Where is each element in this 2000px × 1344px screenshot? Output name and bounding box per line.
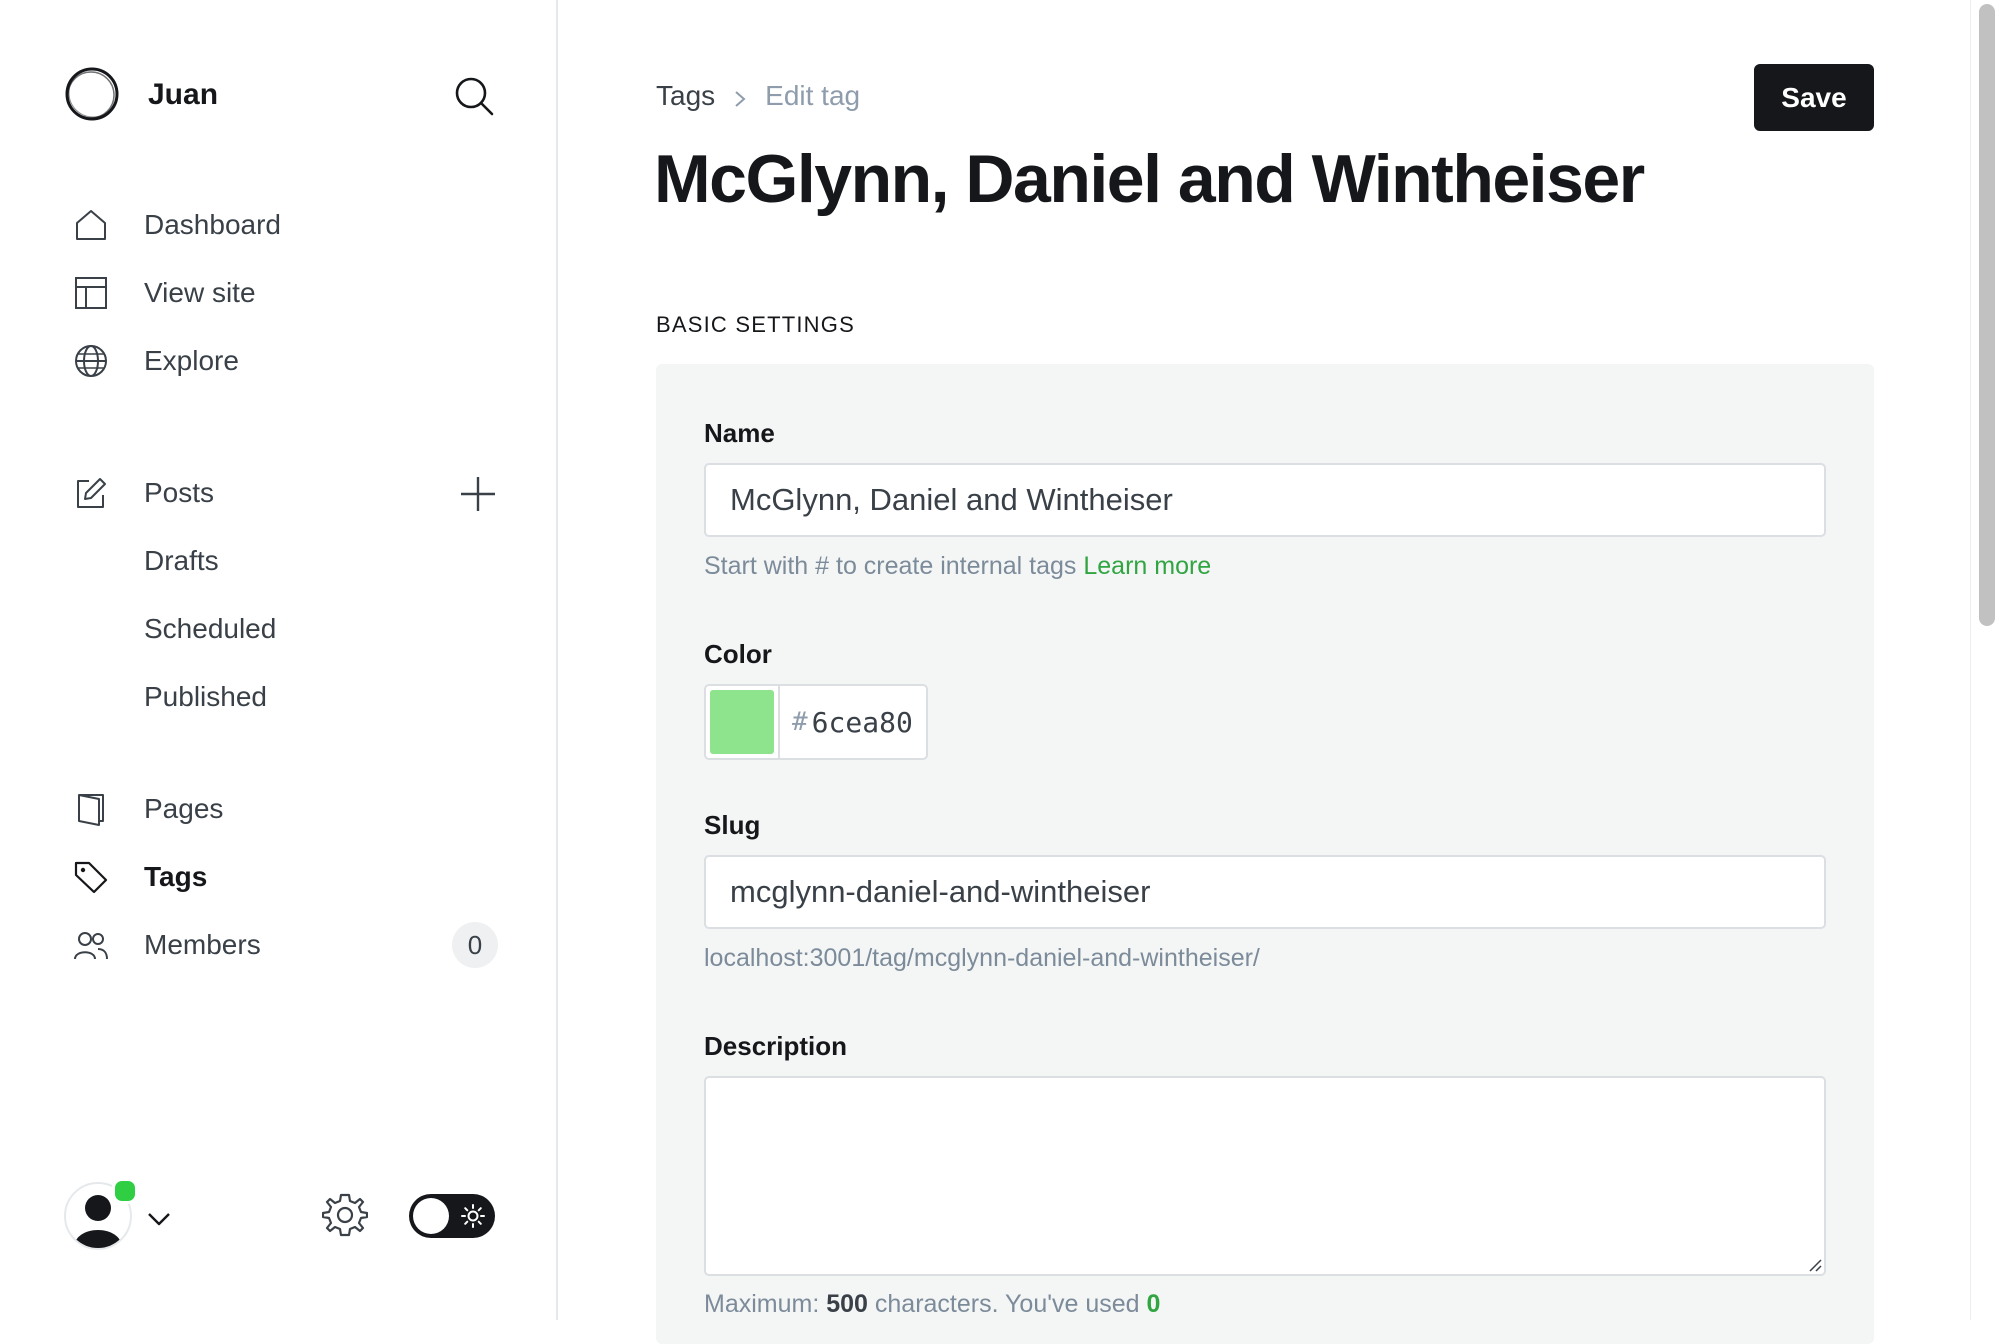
slug-input[interactable]: mcglynn-daniel-and-wintheiser: [704, 855, 1826, 929]
nav-label-published: Published: [144, 681, 267, 712]
page-title: McGlynn, Daniel and Wintheiser: [654, 141, 1645, 217]
max-mid: characters. You've used: [867, 1290, 1147, 1318]
description-textarea[interactable]: [704, 1076, 1826, 1276]
learn-more-link[interactable]: Learn more: [1083, 552, 1211, 580]
used-chars: 0: [1146, 1290, 1161, 1318]
nav-item-explore[interactable]: Explore: [72, 336, 239, 386]
home-icon: [72, 206, 110, 244]
user-avatar[interactable]: [64, 1178, 138, 1250]
description-char-count: Maximum: 500 characters. You've used 0: [704, 1290, 1160, 1319]
color-swatch[interactable]: [710, 690, 774, 754]
chevron-down-icon[interactable]: [144, 1204, 174, 1234]
max-chars: 500: [826, 1290, 868, 1318]
sidebar: Juan Dashboard View site Explore Posts D…: [0, 0, 558, 1320]
search-icon[interactable]: [452, 74, 496, 118]
name-input[interactable]: McGlynn, Daniel and Wintheiser: [704, 463, 1826, 537]
basic-settings-card: Name McGlynn, Daniel and Wintheiser Star…: [656, 364, 1874, 1344]
nav-label-explore: Explore: [144, 345, 239, 376]
color-input[interactable]: # 6cea80: [704, 684, 928, 760]
chevron-right-icon: [729, 85, 751, 107]
breadcrumb: Tags Edit tag: [656, 80, 860, 112]
new-post-plus-icon[interactable]: [458, 474, 498, 514]
dark-mode-toggle[interactable]: [409, 1194, 495, 1238]
nav-item-dashboard[interactable]: Dashboard: [72, 200, 281, 250]
globe-icon: [72, 342, 110, 380]
sun-icon: [461, 1204, 485, 1228]
nav-item-tags[interactable]: Tags: [72, 852, 207, 902]
pencil-edit-icon: [72, 474, 110, 512]
color-hash-prefix: #: [792, 707, 808, 737]
nav-item-drafts[interactable]: Drafts: [144, 536, 219, 586]
save-button[interactable]: Save: [1754, 64, 1874, 131]
max-prefix: Maximum:: [704, 1290, 827, 1318]
resize-grip-icon[interactable]: [1806, 1256, 1822, 1272]
name-hint-text: Start with # to create internal tags: [704, 552, 1084, 580]
nav-label-drafts: Drafts: [144, 545, 219, 576]
site-name[interactable]: Juan: [148, 78, 218, 112]
members-count-badge: 0: [452, 922, 498, 968]
pages-icon: [72, 790, 110, 828]
nav-item-pages[interactable]: Pages: [72, 784, 223, 834]
nav-label-posts: Posts: [144, 477, 215, 508]
color-label: Color: [704, 639, 772, 669]
nav-label-tags: Tags: [144, 861, 208, 892]
layout-icon: [72, 274, 110, 312]
color-divider: [778, 686, 780, 758]
nav-item-published[interactable]: Published: [144, 672, 267, 722]
description-label: Description: [704, 1031, 848, 1061]
nav-item-scheduled[interactable]: Scheduled: [144, 604, 276, 654]
nav-item-members[interactable]: Members: [72, 920, 261, 970]
nav-label-dashboard: Dashboard: [144, 209, 281, 240]
nav-item-view-site[interactable]: View site: [72, 268, 256, 318]
breadcrumb-current: Edit tag: [765, 80, 861, 111]
nav-item-posts[interactable]: Posts: [72, 468, 214, 518]
slug-url-preview: localhost:3001/tag/mcglynn-daniel-and-wi…: [704, 944, 1260, 972]
gear-icon[interactable]: [321, 1192, 369, 1238]
members-icon: [72, 926, 110, 964]
page-scrollbar[interactable]: [1970, 0, 2000, 1320]
scrollbar-thumb[interactable]: [1979, 4, 1995, 626]
toggle-knob: [413, 1198, 449, 1234]
site-logo-icon[interactable]: [64, 66, 120, 122]
nav-label-members: Members: [144, 929, 261, 960]
breadcrumb-tags-link[interactable]: Tags: [656, 80, 715, 112]
color-hex-value[interactable]: 6cea80: [812, 706, 913, 739]
tag-icon: [72, 858, 110, 896]
online-status-dot: [112, 1178, 138, 1204]
nav-label-scheduled: Scheduled: [144, 613, 277, 644]
main-content: Tags Edit tag Save McGlynn, Daniel and W…: [558, 0, 1970, 1344]
section-title: BASIC SETTINGS: [656, 312, 855, 337]
name-label: Name: [704, 418, 775, 448]
nav-label-pages: Pages: [144, 793, 224, 824]
name-hint: Start with # to create internal tags Lea…: [704, 552, 1211, 581]
nav-label-view-site: View site: [144, 277, 256, 308]
slug-label: Slug: [704, 810, 761, 840]
